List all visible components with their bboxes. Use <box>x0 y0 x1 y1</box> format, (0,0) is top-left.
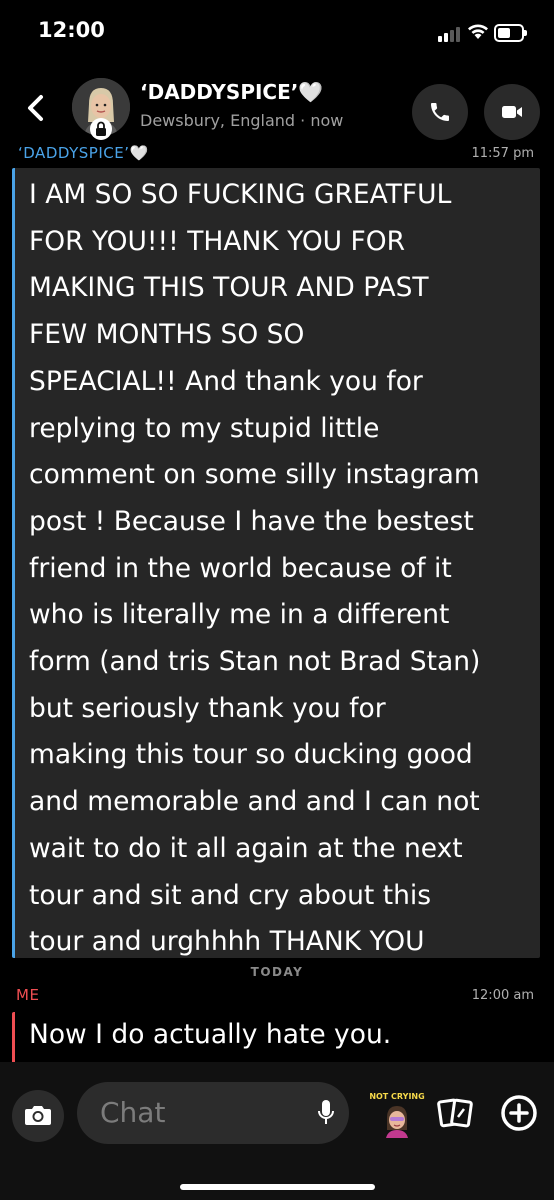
date-divider: TODAY <box>250 965 304 979</box>
status-bar: 12:00 <box>0 0 554 68</box>
camera-button[interactable] <box>12 1090 64 1142</box>
wifi-icon <box>468 24 488 39</box>
phone-icon <box>431 103 449 121</box>
home-indicator <box>180 1184 375 1190</box>
video-call-button[interactable] <box>484 84 540 140</box>
composer-bar: Chat NOT CRYING <box>0 1062 554 1200</box>
lock-icon <box>90 118 112 140</box>
call-button[interactable] <box>412 84 468 140</box>
message-sender-friend: ‘DADDYSPICE’🤍 <box>18 144 149 162</box>
battery-icon <box>494 24 527 42</box>
message-sender-me: ME <box>16 986 40 1004</box>
message-text: Now I do actually hate you. <box>29 1019 392 1050</box>
bitmoji-sticker[interactable]: NOT CRYING <box>367 1084 427 1142</box>
message-bubble-friend[interactable]: I AM SO SO FUCKING GREATFUL FOR YOU!!! T… <box>12 168 540 958</box>
chat-header: ‘DADDYSPICE’🤍 Dewsbury, England · now <box>0 68 554 148</box>
chat-input[interactable]: Chat <box>77 1082 349 1144</box>
status-time: 12:00 <box>38 18 105 42</box>
message-timestamp: 11:57 pm <box>471 146 534 161</box>
chat-placeholder: Chat <box>100 1096 166 1129</box>
video-icon <box>502 106 522 118</box>
cellular-signal-icon <box>438 26 464 42</box>
cards-icon[interactable] <box>437 1096 473 1130</box>
contact-location: Dewsbury, England · now <box>140 111 344 130</box>
bitmoji-label: NOT CRYING <box>369 1092 425 1101</box>
mic-icon[interactable] <box>317 1099 335 1127</box>
message-timestamp: 12:00 am <box>471 988 534 1003</box>
message-text: I AM SO SO FUCKING GREATFUL FOR YOU!!! T… <box>29 179 481 958</box>
camera-icon <box>25 1106 51 1125</box>
contact-name[interactable]: ‘DADDYSPICE’🤍 <box>140 80 323 104</box>
back-chevron-icon[interactable] <box>20 92 52 124</box>
plus-icon[interactable] <box>500 1094 538 1132</box>
